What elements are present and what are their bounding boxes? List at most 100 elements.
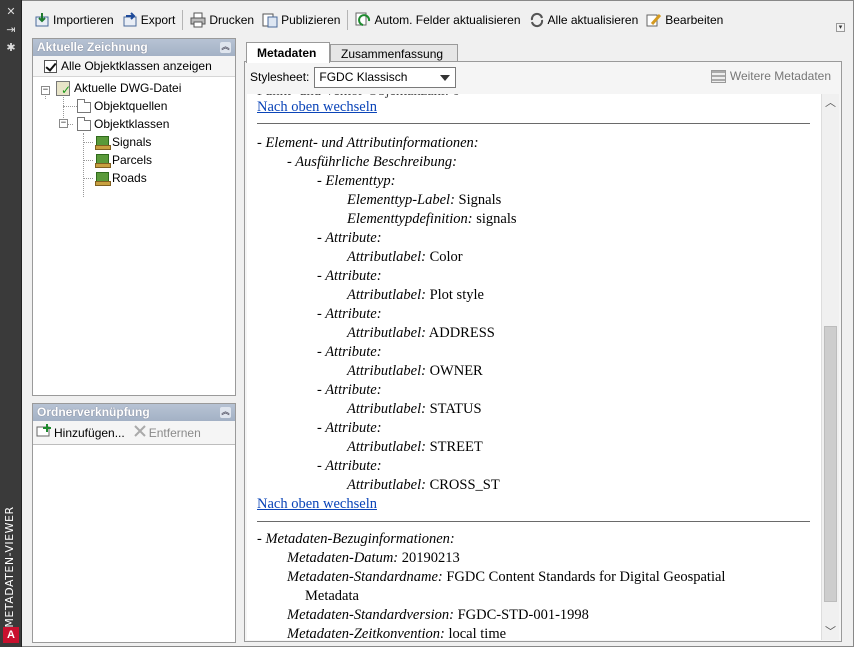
- tree-label: Signals: [112, 135, 152, 149]
- export-label: Export: [140, 13, 176, 27]
- tab-summary[interactable]: Zusammenfassung: [330, 44, 458, 62]
- tab-metadata[interactable]: Metadaten: [246, 42, 330, 63]
- document-scrollbar[interactable]: ︿ ﹀: [821, 94, 839, 640]
- toolbar-separator: [182, 10, 184, 30]
- section-divider: [257, 123, 810, 124]
- back-to-top-link[interactable]: Nach oben wechseln: [257, 98, 377, 117]
- remove-x-icon: [133, 424, 147, 441]
- detailed-description-heading: - Ausführliche Beschreibung:: [287, 154, 457, 170]
- tree-collapse-toggle[interactable]: −: [41, 86, 50, 95]
- show-all-checkbox[interactable]: [44, 59, 57, 73]
- attribute-heading: - Attribute:: [317, 344, 382, 360]
- metadata-document: Punkt- und Vektor-Objektanzahl: 0 Nach o…: [247, 94, 821, 640]
- publish-icon: [262, 12, 278, 28]
- add-folder-button[interactable]: Hinzufügen...: [36, 424, 125, 441]
- import-icon: [34, 12, 50, 28]
- print-button[interactable]: Drucken: [186, 9, 258, 31]
- tree-label: Objektklassen: [94, 117, 170, 131]
- more-metadata-icon: [710, 69, 726, 83]
- metadata-standard-version-row: Metadaten-Standardversion: FGDC-STD-001-…: [287, 607, 589, 623]
- scroll-thumb[interactable]: [824, 326, 837, 602]
- edit-button[interactable]: Bearbeiten: [642, 9, 727, 31]
- metadata-reference-heading: - Metadaten-Bezuginformationen:: [257, 531, 455, 547]
- toolbar: Importieren Export Drucken Publizieren A…: [22, 5, 852, 35]
- tree-node-parcels[interactable]: Parcels: [95, 151, 152, 169]
- attribute-heading: - Attribute:: [317, 268, 382, 284]
- stylesheet-label: Stylesheet:: [250, 70, 310, 84]
- palette-title-bar: ✕ ⇥ ✱ METADATEN-VIEWER A: [0, 0, 22, 647]
- tree-node-current-dwg[interactable]: Aktuelle DWG-Datei: [55, 79, 181, 97]
- update-all-button[interactable]: Alle aktualisieren: [525, 9, 643, 31]
- add-folder-icon: [36, 424, 52, 441]
- folder-links-title: Ordnerverknüpfung: [37, 405, 150, 419]
- feature-class-icon: [95, 171, 111, 186]
- stylesheet-row: Stylesheet: FGDC Klassisch Weitere Metad…: [245, 62, 841, 92]
- tree-collapse-toggle[interactable]: −: [59, 119, 68, 128]
- metadata-viewer-window: Importieren Export Drucken Publizieren A…: [22, 0, 854, 647]
- tree-node-roads[interactable]: Roads: [95, 169, 147, 187]
- folder-links-toolbar: Hinzufügen... Entfernen: [33, 421, 235, 445]
- attribute-label-row: Attributlabel: STATUS: [347, 401, 482, 417]
- tab-summary-label: Zusammenfassung: [341, 47, 444, 61]
- collapse-chevron-icon[interactable]: ︽: [220, 407, 231, 418]
- feature-class-icon: [95, 135, 111, 150]
- scroll-down-icon[interactable]: ﹀: [822, 623, 839, 640]
- import-label: Importieren: [53, 13, 114, 27]
- stylesheet-select[interactable]: FGDC Klassisch: [314, 66, 457, 88]
- scroll-up-icon[interactable]: ︿: [822, 94, 839, 111]
- entity-attribute-heading: - Element- und Attributinformationen:: [257, 135, 479, 151]
- publish-button[interactable]: Publizieren: [258, 9, 344, 31]
- attribute-heading: - Attribute:: [317, 458, 382, 474]
- properties-icon[interactable]: ✱: [5, 42, 17, 54]
- print-label: Drucken: [209, 13, 255, 27]
- attribute-label-row: Attributlabel: STREET: [347, 439, 483, 455]
- attribute-label-row: Attributlabel: Plot style: [347, 287, 484, 303]
- metadata-date-row: Metadaten-Datum: 20190213: [287, 550, 460, 566]
- current-drawing-title: Aktuelle Zeichnung: [37, 40, 148, 54]
- tab-metadata-label: Metadaten: [257, 46, 317, 60]
- import-button[interactable]: Importieren: [30, 9, 118, 31]
- attribute-label-row: Attributlabel: OWNER: [347, 363, 483, 379]
- show-all-feature-classes-row[interactable]: Alle Objektklassen anzeigen: [33, 56, 235, 77]
- entity-type-label-row: Elementtyp-Label: Signals: [347, 192, 502, 208]
- metadata-content-frame: Stylesheet: FGDC Klassisch Weitere Metad…: [244, 61, 842, 642]
- attribute-heading: - Attribute:: [317, 420, 382, 436]
- metadata-standard-name-row: Metadaten-Standardname: FGDC Content Sta…: [287, 569, 726, 585]
- remove-folder-button[interactable]: Entfernen: [133, 424, 201, 441]
- export-button[interactable]: Export: [118, 9, 180, 31]
- metadata-standard-name-continued: Metadata: [305, 588, 359, 604]
- dwg-file-icon: [55, 80, 71, 97]
- back-to-top-link[interactable]: Nach oben wechseln: [257, 495, 377, 514]
- auto-hide-icon[interactable]: ⇥: [5, 24, 17, 36]
- refresh-icon: [529, 12, 545, 28]
- toolbar-separator: [347, 10, 349, 30]
- auto-update-fields-button[interactable]: Autom. Felder aktualisieren: [351, 9, 524, 31]
- tree-label: Objektquellen: [94, 99, 168, 113]
- tree-node-feature-sources[interactable]: Objektquellen: [77, 97, 167, 115]
- section-divider: [257, 521, 810, 522]
- attribute-label-row: Attributlabel: ADDRESS: [347, 325, 495, 341]
- remove-folder-label: Entfernen: [148, 425, 201, 440]
- auto-update-icon: [355, 12, 371, 28]
- attribute-heading: - Attribute:: [317, 306, 382, 322]
- palette-title: METADATEN-VIEWER: [3, 506, 16, 628]
- entity-type-definition-row: Elementtypdefinition: signals: [347, 211, 517, 227]
- add-folder-label: Hinzufügen...: [54, 425, 125, 440]
- export-icon: [122, 12, 138, 28]
- toolbar-overflow-dropdown[interactable]: ▾: [836, 23, 845, 32]
- entity-type-heading: - Elementtyp:: [317, 173, 396, 189]
- publish-label: Publizieren: [281, 13, 341, 27]
- feature-class-tree: − Aktuelle DWG-Datei Objektquellen − Obj…: [33, 77, 235, 395]
- attribute-label-row: Attributlabel: CROSS_ST: [347, 477, 500, 493]
- close-icon[interactable]: ✕: [5, 6, 17, 18]
- printer-icon: [190, 12, 206, 28]
- collapse-chevron-icon[interactable]: ︽: [220, 42, 231, 53]
- tree-node-signals[interactable]: Signals: [95, 133, 151, 151]
- metadata-time-convention-row: Metadaten-Zeitkonvention: local time: [287, 626, 507, 640]
- tree-node-feature-classes[interactable]: Objektklassen: [77, 115, 169, 133]
- more-metadata-button[interactable]: Weitere Metadaten: [710, 69, 831, 83]
- dropdown-arrow-icon: [440, 74, 451, 81]
- tree-label: Parcels: [112, 153, 153, 167]
- autodesk-logo: A: [3, 627, 19, 643]
- stylesheet-value: FGDC Klassisch: [319, 69, 408, 84]
